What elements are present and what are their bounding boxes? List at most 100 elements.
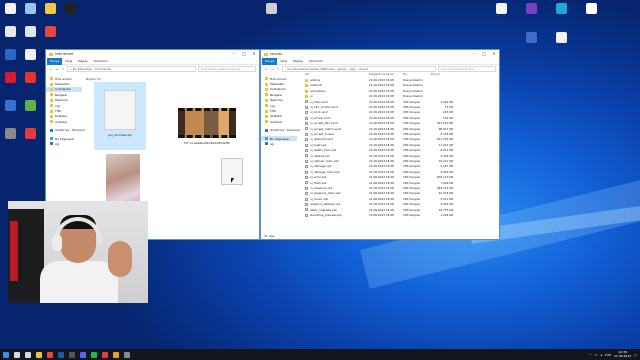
column-type[interactable]: Tür — [403, 71, 431, 77]
tab-home[interactable]: Giriş — [62, 59, 75, 63]
app2-icon[interactable] — [110, 349, 121, 360]
desktop-shortcut[interactable] — [518, 32, 544, 44]
desktop-shortcut[interactable] — [548, 3, 574, 15]
table-row[interactable]: ui_default.vpk 21.06.2023 18:28 VPK Dosyas… — [305, 154, 453, 159]
table-row[interactable]: lobby_mapsets.vpk 21.06.2023 18:28 VPK Dos… — [305, 208, 453, 213]
table-row[interactable]: ui_flash.vpk 21.06.2023 18:28 VPK Dosyası 7… — [305, 181, 453, 186]
window-titlebar[interactable]: sounds – □ × — [261, 50, 499, 58]
shortcut-icon — [24, 72, 36, 83]
clock[interactable]: 12:38 21.06.2023 — [614, 350, 631, 358]
sidebar-item-label: Kaliteler — [55, 114, 68, 119]
table-row[interactable]: workshop_preview.vpk 21.06.2023 18:28 VPK … — [305, 213, 453, 218]
cloud-icon — [50, 128, 53, 132]
desktop-shortcut[interactable] — [17, 72, 43, 84]
table-row[interactable]: ui 21.06.2023 18:28 Dosya klasörü — [305, 94, 453, 99]
desktop-shortcut[interactable] — [37, 26, 63, 38]
table-row[interactable]: graphics_settings.vpk 21.06.2023 18:28 VPK… — [305, 202, 453, 207]
table-row[interactable]: ui_weapons.vpk 21.06.2023 18:28 VPK Dosyas… — [305, 186, 453, 191]
file-tile[interactable]: gui_animate.zip — [94, 82, 146, 150]
column-size[interactable]: Boyut — [431, 71, 453, 77]
cell-type: VPK Dosyası — [403, 121, 421, 126]
maximize-button[interactable]: □ — [239, 50, 249, 58]
column-name[interactable]: Ad — [305, 71, 369, 77]
close-button[interactable]: × — [489, 50, 499, 58]
chrome-icon[interactable] — [44, 349, 55, 360]
network-icon[interactable]: ▭ — [594, 353, 597, 357]
desktop-shortcut[interactable] — [17, 100, 43, 112]
table-row[interactable]: addons 21.06.2023 18:28 Dosya klasörü — [305, 78, 453, 83]
desktop-shortcut[interactable] — [57, 3, 83, 15]
desktop-shortcut[interactable] — [548, 32, 574, 44]
table-row[interactable]: ui_arrival.vsnd 21.06.2023 18:28 VPK Dosya… — [305, 116, 453, 121]
table-row[interactable]: ui_buzz.vpk 21.06.2023 18:28 VPK Dosyası 11… — [305, 143, 453, 148]
desktop-shortcut[interactable] — [17, 128, 43, 140]
cell-type: VPK Dosyası — [403, 196, 421, 201]
desktop-shortcut[interactable] — [488, 3, 514, 15]
search-input[interactable]: Indirilenler klasöründe ara — [198, 66, 256, 72]
maximize-button[interactable]: □ — [479, 50, 489, 58]
file-tile[interactable]: HF-ca.9aa6be9b36e1e85d2ffa — [174, 108, 240, 150]
steam-icon[interactable] — [55, 349, 66, 360]
table-row[interactable]: ui_error.vpk 21.06.2023 18:28 VPK Dosyası 2… — [305, 175, 453, 180]
language-indicator[interactable]: TUR — [605, 353, 611, 357]
obs-icon[interactable] — [66, 349, 77, 360]
table-row[interactable]: ui_hint_control.vsnd 21.06.2023 18:28 VPK … — [305, 105, 453, 110]
table-row[interactable]: ui_music.vpk 21.06.2023 18:28 VPK Dosyası 3… — [305, 197, 453, 202]
chevron-up-icon[interactable]: ^ — [589, 353, 592, 357]
up-icon[interactable]: ↑ — [276, 67, 280, 71]
explorer-icon[interactable] — [33, 349, 44, 360]
table-row[interactable]: ui_ambient.vsnd 21.06.2023 18:28 VPK Dosya… — [305, 137, 453, 142]
start-icon[interactable] — [0, 349, 11, 360]
forward-icon[interactable]: → — [55, 67, 59, 71]
app3-icon[interactable] — [121, 349, 132, 360]
address-bar[interactable]: « Bu bilgisayar › Indirilenler — [67, 66, 196, 72]
explorer-window-sounds[interactable]: sounds – □ × Dosya Giriş Paylaş Görünüm … — [260, 49, 500, 240]
tab-share[interactable]: Paylaş — [75, 59, 91, 63]
notification-icon[interactable]: ▢ — [634, 353, 637, 357]
desktop-shortcut[interactable] — [518, 3, 544, 15]
shortcut-icon — [24, 128, 36, 139]
minimize-button[interactable]: – — [469, 50, 479, 58]
table-row[interactable]: ambient 21.06.2023 18:28 Dosya klasörü — [305, 83, 453, 88]
close-button[interactable]: × — [249, 50, 259, 58]
back-icon[interactable]: ← — [264, 67, 268, 71]
cell-size: 243 KB — [443, 110, 453, 115]
forward-icon[interactable]: → — [270, 67, 274, 71]
table-row[interactable]: ui_accept_001.vsnd 21.06.2023 18:28 VPK Do… — [305, 121, 453, 126]
tab-view[interactable]: Görünüm — [91, 59, 111, 63]
cell-size: 367.219 KB — [436, 121, 453, 126]
tab-file[interactable]: Dosya — [47, 57, 63, 65]
back-icon[interactable]: ← — [49, 67, 53, 71]
tab-view[interactable]: Görünüm — [306, 59, 326, 63]
table-row[interactable]: ui_help.vsnd 21.06.2023 18:28 VPK Dosyası 1… — [305, 100, 453, 105]
desktop-shortcut[interactable] — [258, 3, 284, 15]
tab-home[interactable]: Giriş — [277, 59, 290, 63]
sidebar-item[interactable]: Ağ — [261, 141, 297, 146]
search-icon[interactable] — [11, 349, 22, 360]
up-icon[interactable]: ↑ — [61, 67, 65, 71]
tab-file[interactable]: Dosya — [262, 57, 278, 65]
discord-icon[interactable] — [77, 349, 88, 360]
spotify-icon[interactable] — [88, 349, 99, 360]
sidebar-item[interactable]: Ağ — [46, 141, 82, 146]
table-row[interactable]: ui_death_main.vpk 21.06.2023 18:28 VPK Dos… — [305, 148, 453, 153]
table-row[interactable]: ui_click.vsnd 21.06.2023 18:28 VPK Dosyası… — [305, 110, 453, 115]
cell-type: VPK Dosyası — [403, 191, 421, 196]
desktop-shortcut[interactable] — [17, 49, 43, 61]
table-row[interactable]: ui_damage.vpk 21.06.2023 18:28 VPK Dosyası… — [305, 164, 453, 169]
tab-share[interactable]: Paylaş — [290, 59, 306, 63]
volume-icon[interactable]: ◂ — [600, 353, 602, 357]
app-icon[interactable] — [99, 349, 110, 360]
table-row[interactable]: ui_weapons_main.vpk 21.06.2023 18:28 VPK D… — [305, 191, 453, 196]
table-row[interactable]: ui_defuser_main.vpk 21.06.2023 18:28 VPK D… — [305, 159, 453, 164]
table-row[interactable]: ui_accept_match.vsnd 21.06.2023 18:28 VPK … — [305, 127, 453, 132]
minimize-button[interactable]: – — [229, 50, 239, 58]
desktop-shortcut[interactable] — [578, 3, 604, 15]
column-date[interactable]: Değiştirme tarihi — [369, 71, 403, 77]
table-row[interactable]: ui_accept_2.vsnd 21.06.2023 18:28 VPK Dosy… — [305, 132, 453, 137]
taskview-icon[interactable] — [22, 349, 33, 360]
table-row[interactable]: animations 21.06.2023 18:28 Dosya klasörü — [305, 89, 453, 94]
table-row[interactable]: ui_damage_main.vpk 21.06.2023 18:28 VPK Do… — [305, 170, 453, 175]
window-titlebar[interactable]: Indirilenler – □ × — [46, 50, 259, 58]
file-icon — [305, 105, 308, 109]
